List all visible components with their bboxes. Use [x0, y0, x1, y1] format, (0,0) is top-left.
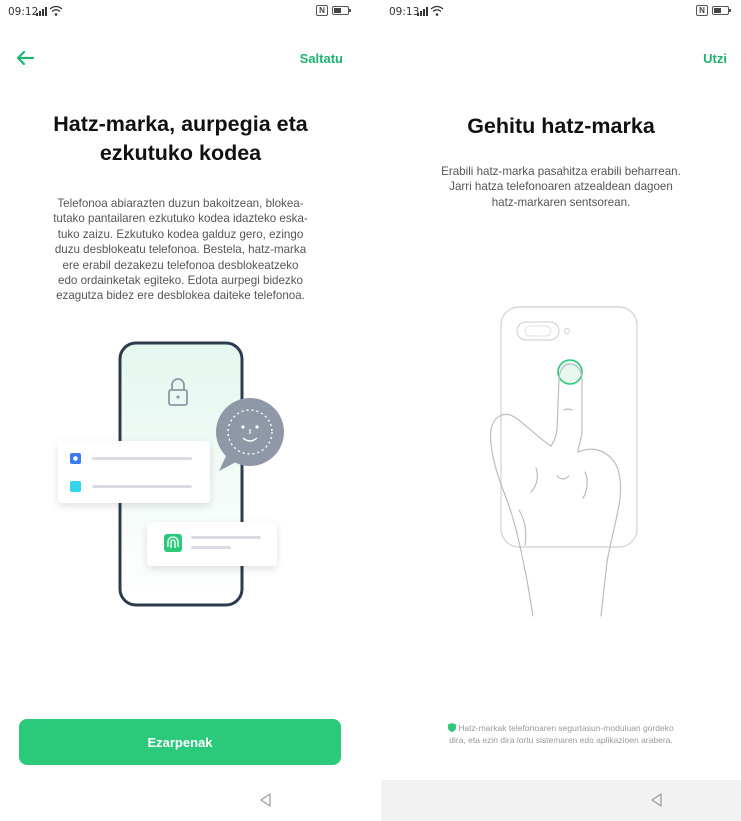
- description: Erabili hatz-marka pasahitza erabili beh…: [391, 164, 731, 210]
- settings-button[interactable]: Ezarpenak: [19, 719, 341, 765]
- nfc-icon: N: [316, 5, 328, 16]
- nfc-icon: N: [696, 5, 708, 16]
- status-bar: 09:12 N: [0, 0, 361, 24]
- footnote-text: Hatz-markak telefonoaren segurtasun-modu…: [458, 723, 674, 733]
- page-title-line: ezkutuko kodea: [99, 141, 262, 165]
- fingerprint-icon: [164, 534, 182, 552]
- footnote-line: dira, eta ezin dira lortu sistemaren edo…: [449, 735, 673, 745]
- description-line: Telefonoa abiarazten duzun bakoitzean, b…: [57, 197, 304, 210]
- phone-back-illustration: [500, 306, 638, 548]
- security-illustration: [58, 341, 284, 607]
- quit-button[interactable]: Utzi: [703, 51, 727, 66]
- nav-back-icon[interactable]: [649, 792, 665, 808]
- hand-illustration: [490, 363, 622, 617]
- footnote-line: Hatz-markak telefonoaren segurtasun-modu…: [395, 722, 727, 734]
- back-arrow-icon[interactable]: [14, 47, 38, 69]
- fingerprint-intro-screen: 09:12 N Saltatu Hatz-marka, aurpegia eta…: [0, 0, 361, 821]
- status-bar: 09:13 N: [381, 0, 741, 24]
- status-time: 09:12: [8, 6, 39, 18]
- description-line: ezagutza bidez ere desblokea daiteke tel…: [56, 289, 305, 303]
- description-line: tuko zaizu. Ezkutuko kodea galduz gero, …: [57, 227, 304, 241]
- description-line: hatz-markaren sentsorean.: [491, 195, 631, 209]
- shield-icon: [448, 723, 457, 732]
- battery-icon: [332, 6, 351, 15]
- status-time: 09:13: [389, 6, 420, 18]
- navigation-bar: [381, 780, 741, 821]
- battery-icon: [712, 6, 731, 15]
- skip-button[interactable]: Saltatu: [300, 51, 343, 66]
- status-right-icons: N: [316, 5, 351, 16]
- description-line: tutako pantailaren ezkutuko kodea idazte…: [53, 212, 308, 226]
- description-line: Jarri hatza telefonoaren atzealdean dago…: [449, 180, 673, 194]
- description-line: Erabili hatz-marka pasahitza erabili beh…: [441, 165, 681, 178]
- page-title: Gehitu hatz-marka: [467, 114, 655, 138]
- description-line: edo ordainketak egiteko. Edota aurpegi b…: [58, 274, 303, 288]
- fingerprint-sensor-illustration: [490, 306, 638, 617]
- description-line: duzu desblokeatu telefonoa. Bestela, hat…: [54, 243, 307, 257]
- signal-icon: [417, 5, 444, 16]
- add-fingerprint-screen: 09:13 N Utzi Gehitu hatz-marka Erabili h…: [381, 0, 741, 821]
- description: Telefonoa abiarazten duzun bakoitzean, b…: [14, 196, 347, 304]
- description-line: ere erabil dezakezu telefonoa desblokeat…: [62, 258, 299, 272]
- page-title: Hatz-marka, aurpegia eta ezkutuko kodea: [0, 110, 361, 168]
- page-title-line: Hatz-marka, aurpegia eta: [53, 112, 308, 136]
- status-right-icons: N: [696, 5, 731, 16]
- notification-card: [58, 441, 210, 503]
- nav-back-icon[interactable]: [258, 792, 274, 808]
- footnote: Hatz-markak telefonoaren segurtasun-modu…: [395, 722, 727, 746]
- face-id-icon: [216, 398, 284, 471]
- navigation-bar: [0, 780, 361, 821]
- app-icon-cyan: [70, 481, 81, 492]
- signal-icon: [36, 5, 63, 16]
